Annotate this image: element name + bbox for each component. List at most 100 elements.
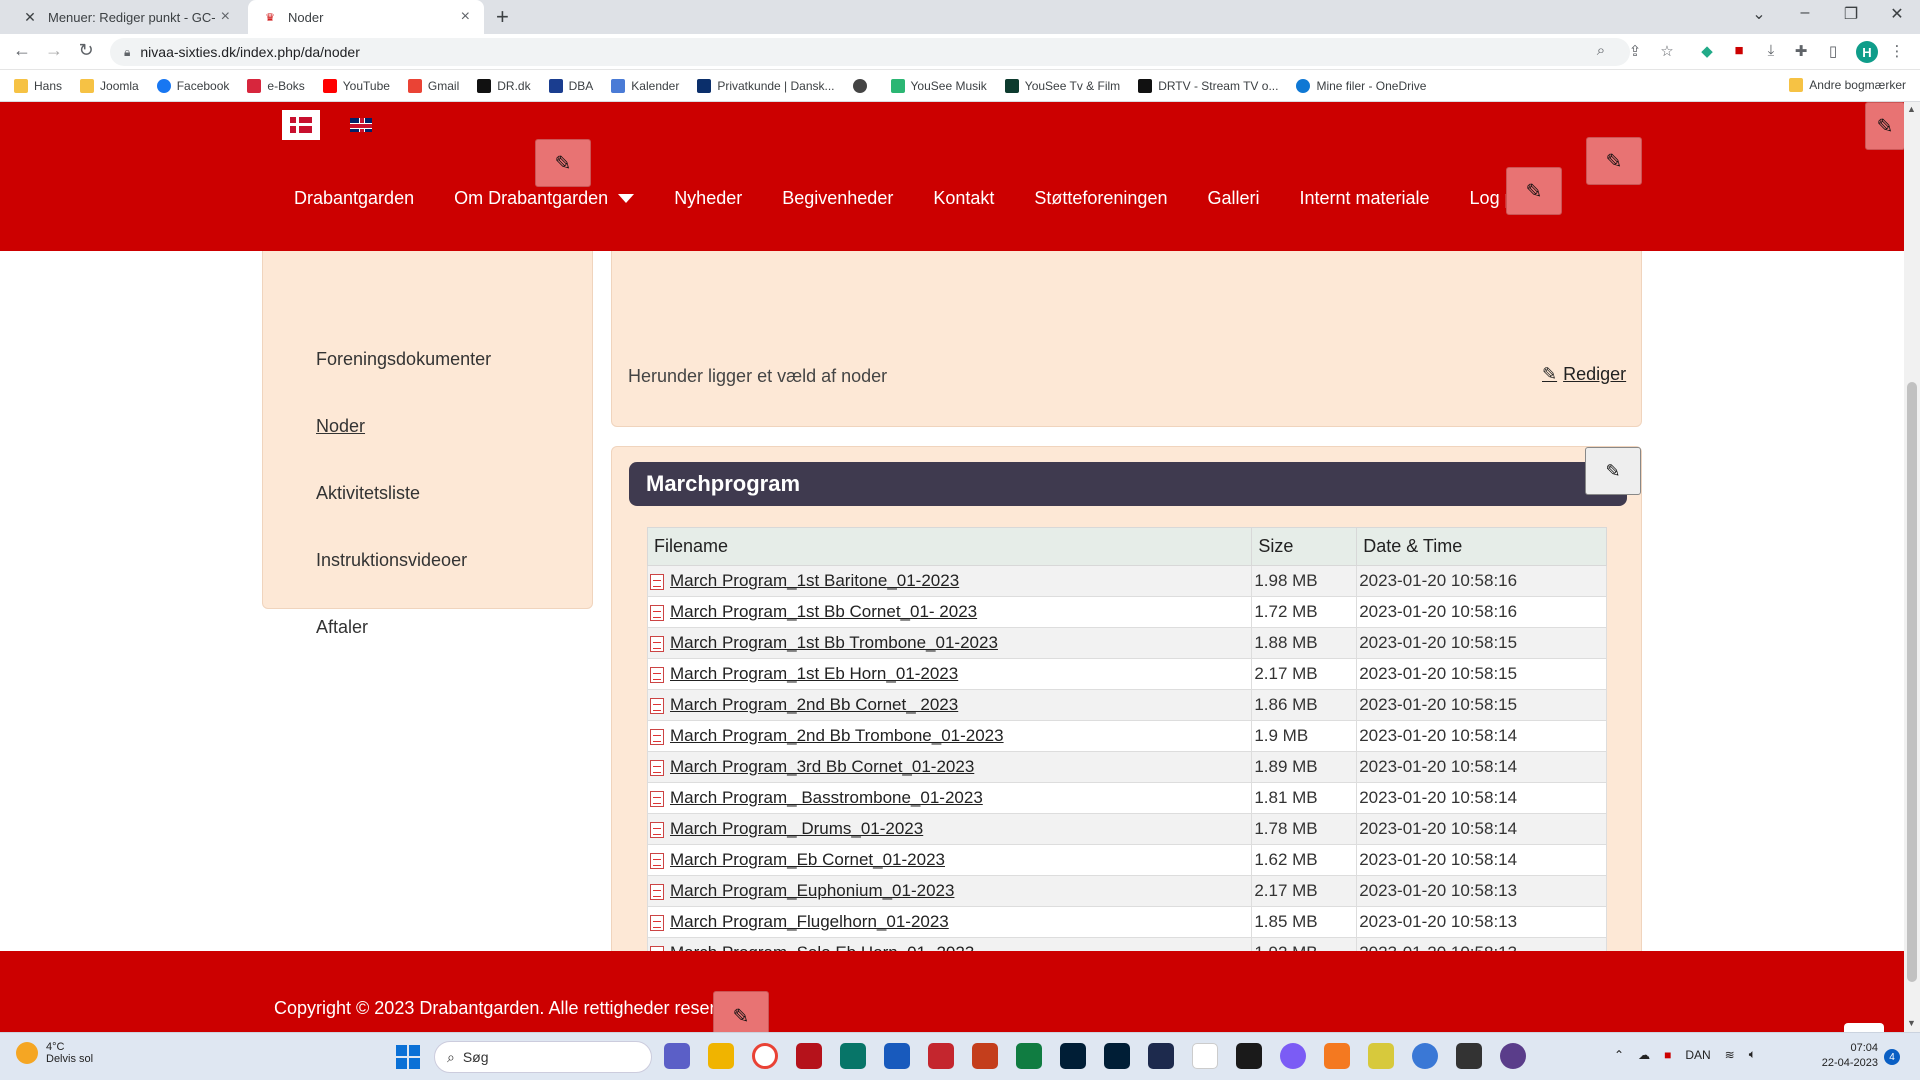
edit-module-button[interactable]: ✎	[1506, 167, 1562, 215]
column-header-date[interactable]: Date & Time	[1356, 527, 1607, 566]
file-link[interactable]: March Program_Eb Cornet_01-2023	[670, 850, 945, 869]
bookmark-item[interactable]	[852, 78, 873, 93]
file-link[interactable]: March Program_1st Bb Cornet_01- 2023	[670, 602, 977, 621]
file-explorer-icon[interactable]	[708, 1043, 734, 1069]
tray-chevron-icon[interactable]: ⌃	[1614, 1048, 1624, 1062]
side-panel-icon[interactable]: ▯	[1822, 42, 1844, 60]
taskbar-clock[interactable]: 07:04 22-04-2023	[1812, 1041, 1878, 1071]
bookmark-item[interactable]: YouTube	[322, 78, 390, 93]
bookmark-item[interactable]: Hans	[14, 78, 62, 93]
edit-link[interactable]: ✎ Rediger	[1542, 364, 1626, 385]
sidebar-item-aktivitetsliste[interactable]: Aktivitetsliste	[316, 483, 420, 504]
publisher-icon[interactable]	[840, 1043, 866, 1069]
other-bookmarks[interactable]: Andre bogmærker	[1789, 78, 1906, 92]
close-tab-icon[interactable]: ×	[461, 8, 470, 26]
zoom-icon[interactable]: ⌕	[1590, 42, 1612, 59]
file-link[interactable]: March Program_ Drums_01-2023	[670, 819, 923, 838]
language-danish-button[interactable]	[282, 110, 320, 140]
language-english-button[interactable]	[342, 110, 380, 140]
bookmark-item[interactable]: Kalender	[611, 78, 679, 93]
weather-widget[interactable]: 4°C Delvis sol	[16, 1041, 93, 1065]
tab-menuer[interactable]: ✕ Menuer: Rediger punkt - GC-Vide ×	[8, 0, 244, 34]
browser-app-icon[interactable]	[1412, 1043, 1438, 1069]
file-link[interactable]: March Program_Flugelhorn_01-2023	[670, 912, 949, 931]
scroll-up-icon[interactable]: ▲	[1907, 104, 1916, 114]
lightroom-icon[interactable]	[1060, 1043, 1086, 1069]
pdf-extension-icon[interactable]: ■	[1728, 42, 1750, 59]
filezilla-icon[interactable]	[796, 1043, 822, 1069]
back-to-top-button[interactable]	[1844, 1023, 1884, 1032]
bookmark-item[interactable]: Mine filer - OneDrive	[1296, 78, 1426, 93]
column-header-filename[interactable]: Filename	[646, 527, 1253, 566]
nav-kontakt[interactable]: Kontakt	[933, 188, 994, 209]
share-icon[interactable]: ⇪	[1624, 42, 1646, 60]
bookmark-item[interactable]: Facebook	[156, 78, 229, 93]
office-icon[interactable]	[1324, 1043, 1350, 1069]
messenger-icon[interactable]	[1280, 1043, 1306, 1069]
notification-badge[interactable]: 4	[1884, 1049, 1900, 1065]
taskbar-search[interactable]: ⌕ Søg	[434, 1041, 652, 1073]
file-link[interactable]: March Program_1st Bb Trombone_01-2023	[670, 633, 998, 652]
file-link[interactable]: March Program_1st Eb Horn_01-2023	[670, 664, 958, 683]
close-tab-icon[interactable]: ×	[221, 8, 230, 26]
powerpoint-icon[interactable]	[972, 1043, 998, 1069]
sidebar-item-instruktionsvideoer[interactable]: Instruktionsvideoer	[316, 550, 467, 571]
new-tab-button[interactable]: +	[496, 4, 509, 30]
edit-module-button[interactable]: ✎	[1586, 137, 1642, 185]
file-link[interactable]: March Program_3rd Bb Cornet_01-2023	[670, 757, 974, 776]
start-button[interactable]	[396, 1045, 420, 1069]
language-indicator[interactable]: DAN	[1685, 1048, 1710, 1062]
download-icon[interactable]: ⤓	[1760, 42, 1782, 59]
edit-module-button[interactable]: ✎	[1585, 447, 1641, 495]
bookmark-item[interactable]: DBA	[548, 78, 593, 93]
excel-icon[interactable]	[1016, 1043, 1042, 1069]
file-link[interactable]: March Program_ Basstrombone_01-2023	[670, 788, 983, 807]
bookmark-item[interactable]: YouSee Musik	[890, 78, 987, 93]
extensions-puzzle-icon[interactable]: ✚	[1790, 42, 1812, 60]
teamviewer-icon[interactable]	[1236, 1043, 1262, 1069]
security-icon[interactable]: ■	[1664, 1048, 1671, 1062]
bookmark-item[interactable]: YouSee Tv & Film	[1004, 78, 1120, 93]
file-link[interactable]: March Program_2nd Bb Cornet_ 2023	[670, 695, 958, 714]
nav-galleri[interactable]: Galleri	[1207, 188, 1259, 209]
minimize-button[interactable]: –	[1782, 4, 1828, 22]
forward-icon[interactable]: →	[42, 40, 66, 61]
teams-icon[interactable]	[664, 1043, 690, 1069]
bookmark-item[interactable]: e-Boks	[247, 78, 305, 93]
scroll-down-icon[interactable]: ▼	[1907, 1018, 1916, 1028]
access-icon[interactable]	[928, 1043, 954, 1069]
restore-button[interactable]: ❐	[1828, 4, 1874, 24]
address-bar[interactable]: 🔒︎ nivaa-sixties.dk/index.php/da/noder	[110, 38, 1630, 66]
close-window-button[interactable]: ✕	[1874, 4, 1920, 24]
nav-om-drabantgarden[interactable]: Om Drabantgarden	[454, 188, 635, 209]
column-header-size[interactable]: Size	[1251, 527, 1358, 566]
musescore-icon[interactable]	[1500, 1043, 1526, 1069]
scrollbar-thumb[interactable]	[1907, 382, 1917, 982]
sidebar-item-aftaler[interactable]: Aftaler	[316, 617, 368, 638]
word-icon[interactable]	[884, 1043, 910, 1069]
sidebar-item-foreningsdokumenter[interactable]: Foreningsdokumenter	[316, 349, 491, 370]
bookmark-item[interactable]: Gmail	[407, 78, 459, 93]
file-link[interactable]: March Program_Euphonium_01-2023	[670, 881, 954, 900]
bookmark-item[interactable]: DRTV - Stream TV o...	[1138, 78, 1278, 93]
page-scrollbar[interactable]: ▲ ▼	[1904, 102, 1920, 1032]
nav-internt-materiale[interactable]: Internt materiale	[1299, 188, 1429, 209]
volume-icon[interactable]: 🔈︎	[1749, 1047, 1756, 1062]
nav-nyheder[interactable]: Nyheder	[674, 188, 742, 209]
nav-stoetteforeningen[interactable]: Støtteforeningen	[1034, 188, 1167, 209]
nav-begivenheder[interactable]: Begivenheder	[782, 188, 893, 209]
nav-drabantgarden[interactable]: Drabantgarden	[294, 188, 414, 209]
app-icon[interactable]	[1148, 1043, 1174, 1069]
chrome-icon[interactable]	[752, 1043, 778, 1069]
edit-module-button[interactable]: ✎	[535, 139, 591, 187]
chart-app-icon[interactable]	[1368, 1043, 1394, 1069]
profile-avatar[interactable]: H	[1856, 41, 1878, 63]
bookmark-item[interactable]: Privatkunde | Dansk...	[697, 78, 835, 93]
bookmark-item[interactable]: Joomla	[80, 78, 139, 93]
bookmark-item[interactable]: DR.dk	[477, 78, 531, 93]
edit-module-button[interactable]: ✎	[1865, 102, 1904, 150]
tab-noder[interactable]: ♛ Noder ×	[248, 0, 484, 34]
extension-app-icon[interactable]	[1192, 1043, 1218, 1069]
menu-kebab-icon[interactable]: ⋮	[1886, 42, 1908, 60]
file-link[interactable]: March Program_1st Baritone_01-2023	[670, 571, 959, 590]
